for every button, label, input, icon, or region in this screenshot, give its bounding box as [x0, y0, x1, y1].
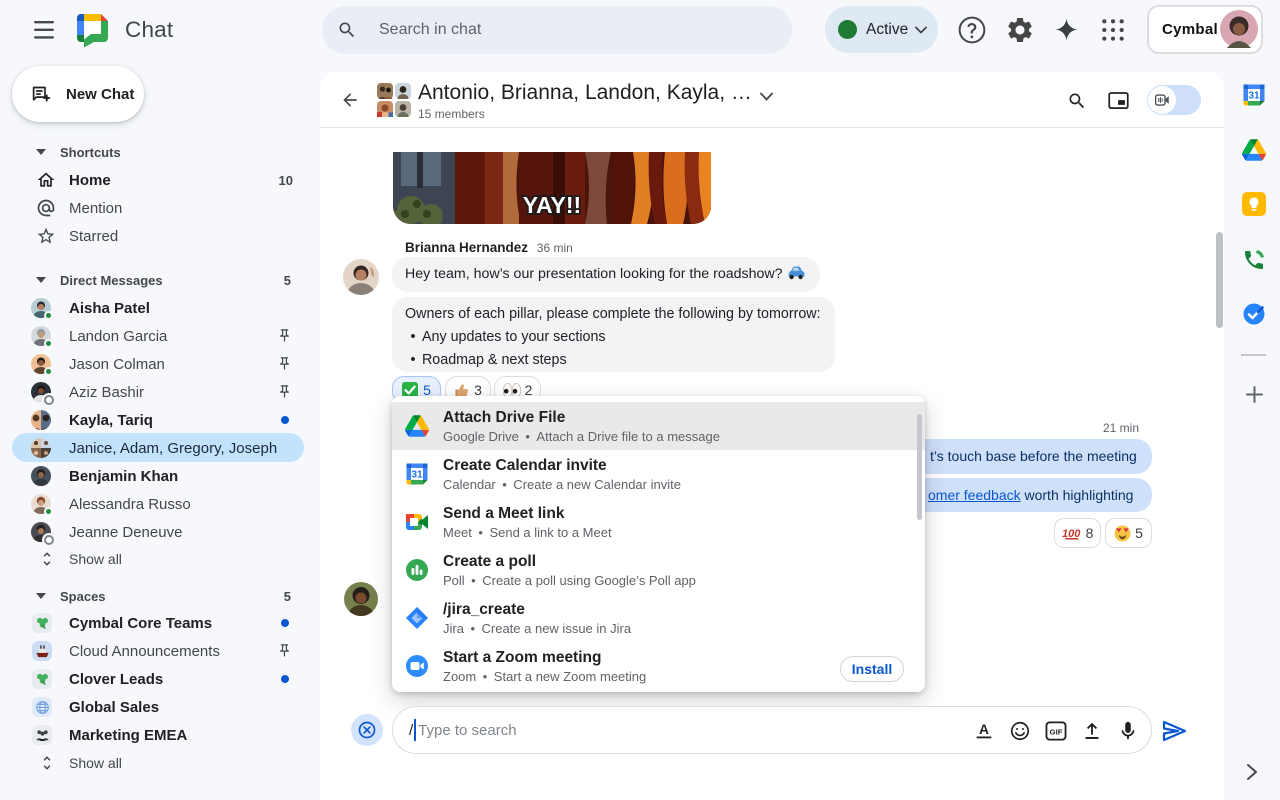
svg-text:31: 31: [411, 470, 423, 481]
svg-text:A: A: [979, 722, 989, 737]
svg-text:31: 31: [1248, 91, 1260, 102]
svg-text:GIF: GIF: [1050, 728, 1063, 737]
svg-text:YAY!!: YAY!!: [523, 192, 581, 218]
